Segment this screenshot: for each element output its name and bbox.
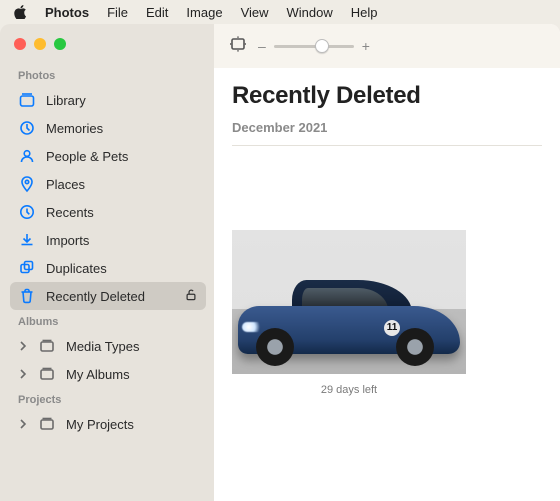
- menu-edit[interactable]: Edit: [146, 5, 168, 20]
- sidebar-item-label: My Albums: [66, 367, 130, 382]
- trash-icon: [18, 287, 36, 305]
- sidebar-item-recently-deleted[interactable]: Recently Deleted: [10, 282, 206, 310]
- fullscreen-window-button[interactable]: [54, 38, 66, 50]
- thumbnail-grid: 11 29 days left: [214, 156, 560, 396]
- sidebar-item-my-projects[interactable]: My Projects: [10, 410, 206, 438]
- people-icon: [18, 147, 36, 165]
- window-controls: [10, 34, 206, 64]
- sidebar-item-library[interactable]: Library: [10, 86, 206, 114]
- disclosure-chevron-icon[interactable]: [18, 419, 28, 429]
- date-header: December 2021: [232, 120, 542, 146]
- sidebar-item-label: Recents: [46, 205, 94, 220]
- photo-badge: 11: [384, 320, 400, 336]
- sidebar-section-projects: Projects: [10, 388, 206, 410]
- menubar: Photos File Edit Image View Window Help: [0, 0, 560, 24]
- sidebar-section-photos: Photos: [10, 64, 206, 86]
- sidebar-item-duplicates[interactable]: Duplicates: [10, 254, 206, 282]
- content-header: Recently Deleted December 2021: [214, 68, 560, 156]
- menu-help[interactable]: Help: [351, 5, 378, 20]
- sidebar-item-label: Library: [46, 93, 86, 108]
- sidebar-item-label: Duplicates: [46, 261, 107, 276]
- library-icon: [18, 91, 36, 109]
- minimize-window-button[interactable]: [34, 38, 46, 50]
- sidebar-item-media-types[interactable]: Media Types: [10, 332, 206, 360]
- duplicates-icon: [18, 259, 36, 277]
- places-icon: [18, 175, 36, 193]
- photo-image: 11: [232, 230, 466, 374]
- menu-app[interactable]: Photos: [45, 5, 89, 20]
- menu-file[interactable]: File: [107, 5, 128, 20]
- zoom-out-button[interactable]: –: [258, 38, 266, 54]
- close-window-button[interactable]: [14, 38, 26, 50]
- folder-icon: [38, 365, 56, 383]
- page-title: Recently Deleted: [232, 82, 542, 110]
- menu-view[interactable]: View: [241, 5, 269, 20]
- sidebar-item-memories[interactable]: Memories: [10, 114, 206, 142]
- sidebar-item-label: People & Pets: [46, 149, 128, 164]
- main-content: – + Recently Deleted December 2021: [214, 24, 560, 501]
- sidebar-item-label: Places: [46, 177, 85, 192]
- sidebar-section-albums: Albums: [10, 310, 206, 332]
- zoom-control: – +: [258, 38, 370, 54]
- memories-icon: [18, 119, 36, 137]
- sidebar-item-imports[interactable]: Imports: [10, 226, 206, 254]
- sidebar-item-label: Imports: [46, 233, 89, 248]
- menu-image[interactable]: Image: [186, 5, 222, 20]
- folder-icon: [38, 415, 56, 433]
- disclosure-chevron-icon[interactable]: [18, 341, 28, 351]
- sidebar-item-recents[interactable]: Recents: [10, 198, 206, 226]
- zoom-slider[interactable]: [274, 45, 354, 48]
- zoom-in-button[interactable]: +: [362, 38, 370, 54]
- aspect-fit-icon[interactable]: [228, 35, 248, 58]
- sidebar-item-my-albums[interactable]: My Albums: [10, 360, 206, 388]
- photo-thumbnail[interactable]: 11 29 days left: [232, 230, 466, 396]
- recents-icon: [18, 203, 36, 221]
- zoom-slider-thumb[interactable]: [315, 39, 329, 53]
- toolbar: – +: [214, 24, 560, 68]
- menu-window[interactable]: Window: [287, 5, 333, 20]
- app-window: Photos Library Memories People & Pets Pl…: [0, 24, 560, 501]
- sidebar: Photos Library Memories People & Pets Pl…: [0, 24, 214, 501]
- imports-icon: [18, 231, 36, 249]
- folder-icon: [38, 337, 56, 355]
- sidebar-item-label: Recently Deleted: [46, 289, 145, 304]
- apple-menu-icon[interactable]: [14, 5, 27, 19]
- sidebar-item-label: Media Types: [66, 339, 139, 354]
- unlock-icon: [184, 288, 198, 305]
- sidebar-item-places[interactable]: Places: [10, 170, 206, 198]
- disclosure-chevron-icon[interactable]: [18, 369, 28, 379]
- sidebar-item-people-pets[interactable]: People & Pets: [10, 142, 206, 170]
- sidebar-item-label: My Projects: [66, 417, 134, 432]
- sidebar-item-label: Memories: [46, 121, 103, 136]
- photo-caption: 29 days left: [232, 384, 466, 396]
